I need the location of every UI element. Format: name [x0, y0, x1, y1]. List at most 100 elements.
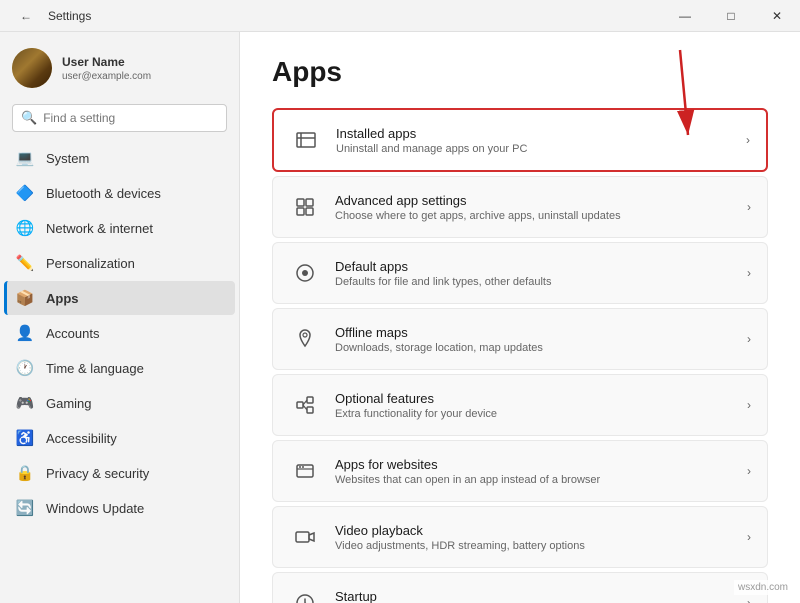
titlebar: ← Settings — □ ✕	[0, 0, 800, 32]
sidebar-label-network: Network & internet	[46, 221, 153, 236]
chevron-icon-offline-maps: ›	[747, 332, 751, 346]
setting-item-video-playback[interactable]: Video playback Video adjustments, HDR st…	[272, 506, 768, 568]
apps-icon: 📦	[16, 289, 34, 307]
setting-title-advanced-app-settings: Advanced app settings	[335, 193, 621, 208]
startup-icon	[289, 587, 321, 603]
setting-text-advanced-app-settings: Advanced app settings Choose where to ge…	[335, 193, 621, 222]
setting-subtitle-optional-features: Extra functionality for your device	[335, 408, 497, 420]
setting-left-advanced-app-settings: Advanced app settings Choose where to ge…	[289, 191, 621, 223]
app-body: User Name user@example.com 🔍 💻 System 🔷 …	[0, 32, 800, 603]
setting-text-optional-features: Optional features Extra functionality fo…	[335, 391, 497, 420]
titlebar-left: ← Settings	[12, 2, 91, 30]
personalization-icon: ✏️	[16, 254, 34, 272]
setting-item-startup[interactable]: Startup Apps that start automatically wh…	[272, 572, 768, 603]
sidebar-label-time: Time & language	[46, 361, 144, 376]
chevron-icon-video-playback: ›	[747, 530, 751, 544]
setting-title-installed-apps: Installed apps	[336, 126, 527, 141]
avatar	[12, 48, 52, 88]
minimize-button[interactable]: —	[662, 0, 708, 32]
installed-apps-icon	[290, 124, 322, 156]
chevron-icon-optional-features: ›	[747, 398, 751, 412]
bluetooth-icon: 🔷	[16, 184, 34, 202]
close-button[interactable]: ✕	[754, 0, 800, 32]
sidebar-item-accessibility[interactable]: ♿ Accessibility	[4, 421, 235, 455]
setting-text-video-playback: Video playback Video adjustments, HDR st…	[335, 523, 585, 552]
sidebar-item-personalization[interactable]: ✏️ Personalization	[4, 246, 235, 280]
privacy-icon: 🔒	[16, 464, 34, 482]
setting-item-optional-features[interactable]: Optional features Extra functionality fo…	[272, 374, 768, 436]
sidebar-label-system: System	[46, 151, 89, 166]
setting-text-offline-maps: Offline maps Downloads, storage location…	[335, 325, 543, 354]
watermark: wsxdn.com	[734, 580, 792, 595]
setting-item-default-apps[interactable]: Default apps Defaults for file and link …	[272, 242, 768, 304]
setting-subtitle-default-apps: Defaults for file and link types, other …	[335, 276, 551, 288]
video-playback-icon	[289, 521, 321, 553]
setting-left-offline-maps: Offline maps Downloads, storage location…	[289, 323, 543, 355]
setting-item-offline-maps[interactable]: Offline maps Downloads, storage location…	[272, 308, 768, 370]
user-profile[interactable]: User Name user@example.com	[0, 32, 239, 100]
chevron-icon-default-apps: ›	[747, 266, 751, 280]
setting-title-apps-for-websites: Apps for websites	[335, 457, 600, 472]
optional-features-icon	[289, 389, 321, 421]
search-box[interactable]: 🔍	[12, 104, 227, 132]
sidebar-label-privacy: Privacy & security	[46, 466, 149, 481]
sidebar-nav: 💻 System 🔷 Bluetooth & devices 🌐 Network…	[0, 140, 239, 526]
user-info: User Name user@example.com	[62, 55, 151, 82]
setting-title-startup: Startup	[335, 589, 558, 603]
setting-item-apps-for-websites[interactable]: Apps for websites Websites that can open…	[272, 440, 768, 502]
user-name: User Name	[62, 55, 151, 69]
sidebar-label-apps: Apps	[46, 291, 79, 306]
setting-subtitle-installed-apps: Uninstall and manage apps on your PC	[336, 143, 527, 155]
setting-title-offline-maps: Offline maps	[335, 325, 543, 340]
setting-left-apps-for-websites: Apps for websites Websites that can open…	[289, 455, 600, 487]
default-apps-icon	[289, 257, 321, 289]
setting-title-default-apps: Default apps	[335, 259, 551, 274]
sidebar-item-update[interactable]: 🔄 Windows Update	[4, 491, 235, 525]
setting-text-apps-for-websites: Apps for websites Websites that can open…	[335, 457, 600, 486]
chevron-icon-installed-apps: ›	[746, 133, 750, 147]
sidebar: User Name user@example.com 🔍 💻 System 🔷 …	[0, 32, 240, 603]
back-button[interactable]: ←	[12, 2, 40, 30]
setting-left-default-apps: Default apps Defaults for file and link …	[289, 257, 551, 289]
sidebar-item-system[interactable]: 💻 System	[4, 141, 235, 175]
setting-subtitle-video-playback: Video adjustments, HDR streaming, batter…	[335, 540, 585, 552]
chevron-icon-advanced-app-settings: ›	[747, 200, 751, 214]
app-title: Settings	[48, 9, 91, 23]
sidebar-label-accounts: Accounts	[46, 326, 99, 341]
sidebar-item-network[interactable]: 🌐 Network & internet	[4, 211, 235, 245]
system-icon: 💻	[16, 149, 34, 167]
accessibility-icon: ♿	[16, 429, 34, 447]
search-icon: 🔍	[21, 110, 37, 126]
settings-list: Installed apps Uninstall and manage apps…	[272, 108, 768, 603]
sidebar-item-bluetooth[interactable]: 🔷 Bluetooth & devices	[4, 176, 235, 210]
setting-text-startup: Startup Apps that start automatically wh…	[335, 589, 558, 603]
user-email: user@example.com	[62, 71, 151, 82]
setting-title-video-playback: Video playback	[335, 523, 585, 538]
setting-subtitle-offline-maps: Downloads, storage location, map updates	[335, 342, 543, 354]
setting-left-video-playback: Video playback Video adjustments, HDR st…	[289, 521, 585, 553]
accounts-icon: 👤	[16, 324, 34, 342]
sidebar-label-update: Windows Update	[46, 501, 144, 516]
sidebar-item-gaming[interactable]: 🎮 Gaming	[4, 386, 235, 420]
page-title: Apps	[272, 56, 768, 88]
maximize-button[interactable]: □	[708, 0, 754, 32]
setting-item-installed-apps[interactable]: Installed apps Uninstall and manage apps…	[272, 108, 768, 172]
sidebar-item-accounts[interactable]: 👤 Accounts	[4, 316, 235, 350]
offline-maps-icon	[289, 323, 321, 355]
sidebar-item-apps[interactable]: 📦 Apps	[4, 281, 235, 315]
gaming-icon: 🎮	[16, 394, 34, 412]
sidebar-item-time[interactable]: 🕐 Time & language	[4, 351, 235, 385]
setting-subtitle-advanced-app-settings: Choose where to get apps, archive apps, …	[335, 210, 621, 222]
sidebar-label-bluetooth: Bluetooth & devices	[46, 186, 161, 201]
search-input[interactable]	[43, 111, 218, 125]
chevron-icon-apps-for-websites: ›	[747, 464, 751, 478]
setting-left-installed-apps: Installed apps Uninstall and manage apps…	[290, 124, 527, 156]
setting-text-default-apps: Default apps Defaults for file and link …	[335, 259, 551, 288]
network-icon: 🌐	[16, 219, 34, 237]
setting-left-optional-features: Optional features Extra functionality fo…	[289, 389, 497, 421]
time-icon: 🕐	[16, 359, 34, 377]
sidebar-item-privacy[interactable]: 🔒 Privacy & security	[4, 456, 235, 490]
chevron-icon-startup: ›	[747, 596, 751, 603]
setting-item-advanced-app-settings[interactable]: Advanced app settings Choose where to ge…	[272, 176, 768, 238]
setting-subtitle-apps-for-websites: Websites that can open in an app instead…	[335, 474, 600, 486]
